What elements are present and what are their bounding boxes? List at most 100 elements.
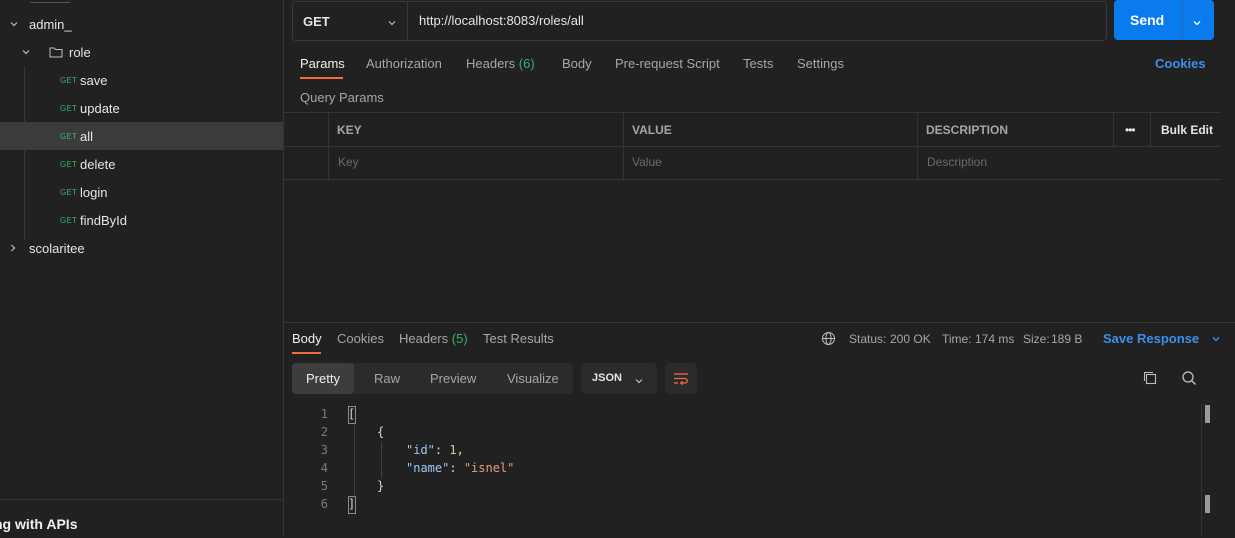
wrap-lines-button[interactable] xyxy=(665,363,697,394)
response-tab-body[interactable]: Body xyxy=(292,331,322,346)
response-tab-headers-label: Headers xyxy=(399,331,449,346)
chevron-down-icon xyxy=(634,374,644,389)
response-tab-cookies[interactable]: Cookies xyxy=(337,331,384,346)
status-value[interactable]: 200 OK xyxy=(890,332,931,346)
value-input[interactable]: Value xyxy=(632,155,662,169)
request-item-login[interactable]: GET login xyxy=(0,178,283,206)
request-item-all[interactable]: GET all xyxy=(0,122,283,150)
active-tab-indicator xyxy=(300,77,343,79)
scrollbar-marker[interactable] xyxy=(1205,405,1210,423)
search-icon[interactable] xyxy=(1181,370,1197,389)
code-line: "id": 1, xyxy=(406,443,464,457)
chevron-down-icon xyxy=(1211,332,1221,347)
tab-pre-request-script[interactable]: Pre-request Script xyxy=(615,56,720,71)
request-name: delete xyxy=(80,156,116,172)
sidebar-clipped-item xyxy=(30,0,70,3)
response-tab-headers-count: (5) xyxy=(451,331,468,346)
request-item-update[interactable]: GET update xyxy=(0,94,283,122)
view-visualize-button[interactable]: Visualize xyxy=(507,363,559,394)
save-response-button[interactable]: Save Response xyxy=(1103,331,1221,347)
tab-tests[interactable]: Tests xyxy=(743,56,773,71)
code-line: ] xyxy=(348,497,356,511)
request-item-findbyid[interactable]: GET findById xyxy=(0,206,283,234)
collection-name: admin_ xyxy=(29,16,72,32)
copy-icon[interactable] xyxy=(1142,370,1158,389)
request-name: login xyxy=(80,184,108,200)
folder-name: role xyxy=(69,44,91,60)
json-string: "isnel" xyxy=(463,461,515,475)
save-response-label: Save Response xyxy=(1103,331,1200,346)
scrollbar-marker[interactable] xyxy=(1205,495,1210,513)
request-name: all xyxy=(80,128,94,144)
tab-params[interactable]: Params xyxy=(300,56,345,71)
column-divider xyxy=(1113,113,1114,146)
line-number: 2 xyxy=(320,425,328,439)
collection-name: scolaritee xyxy=(29,240,85,256)
chevron-down-icon[interactable] xyxy=(21,47,31,57)
response-body-viewer[interactable]: 1 2 3 4 5 6 [ { "id": 1, "name": "isnel"… xyxy=(292,404,1202,522)
request-item-delete[interactable]: GET delete xyxy=(0,150,283,178)
chevron-down-icon xyxy=(387,16,397,31)
table-divider xyxy=(284,146,1221,147)
request-name: findById xyxy=(80,212,127,228)
cookies-link[interactable]: Cookies xyxy=(1155,56,1206,71)
chevron-down-icon[interactable] xyxy=(9,19,19,29)
tab-headers[interactable]: Headers (6) xyxy=(466,56,535,71)
chevron-right-icon[interactable] xyxy=(8,243,18,253)
tab-headers-count: (6) xyxy=(518,56,535,71)
method-select-value: GET xyxy=(303,13,330,29)
line-number: 6 xyxy=(320,497,328,511)
more-options-icon[interactable]: ••• xyxy=(1125,123,1136,137)
column-divider xyxy=(917,113,918,179)
code-line: } xyxy=(377,479,385,493)
collection-scolaritee[interactable]: scolaritee xyxy=(0,234,283,262)
bulk-edit-button[interactable]: Bulk Edit xyxy=(1161,123,1213,137)
query-params-title: Query Params xyxy=(300,90,384,105)
globe-icon[interactable] xyxy=(821,331,836,349)
json-key: "name" xyxy=(406,461,450,475)
response-divider[interactable] xyxy=(284,322,1235,323)
column-divider xyxy=(623,113,624,179)
code-line: { xyxy=(377,425,385,439)
key-input[interactable]: Key xyxy=(338,155,359,169)
column-header-description: DESCRIPTION xyxy=(926,123,1009,137)
tab-settings[interactable]: Settings xyxy=(797,56,844,71)
send-options-chevron-icon[interactable] xyxy=(1192,15,1202,31)
method-badge: GET xyxy=(60,103,78,113)
tab-authorization[interactable]: Authorization xyxy=(366,56,442,71)
view-preview-button[interactable]: Preview xyxy=(430,363,476,394)
sidebar-footer: ng with APIs xyxy=(0,499,283,538)
response-tab-headers[interactable]: Headers (5) xyxy=(399,331,468,346)
request-item-save[interactable]: GET save xyxy=(0,66,283,94)
column-header-value: VALUE xyxy=(632,123,672,137)
size-value[interactable]: 189 B xyxy=(1051,332,1082,346)
sidebar-footer-title: ng with APIs xyxy=(0,516,78,532)
scrollbar-track xyxy=(1201,404,1202,537)
line-number: 4 xyxy=(320,461,328,475)
json-number: 1 xyxy=(449,443,457,457)
method-badge: GET xyxy=(60,159,78,169)
format-select[interactable]: JSON xyxy=(581,363,657,394)
tab-body[interactable]: Body xyxy=(562,56,592,71)
column-divider xyxy=(1150,113,1151,146)
line-number: 5 xyxy=(320,479,328,493)
view-pretty-button[interactable]: Pretty xyxy=(292,363,354,394)
method-badge: GET xyxy=(60,215,78,225)
indent-guide xyxy=(354,424,355,496)
send-button[interactable]: Send xyxy=(1114,0,1214,40)
line-number: 3 xyxy=(320,443,328,457)
column-header-key: KEY xyxy=(337,123,362,137)
method-select[interactable]: GET xyxy=(293,2,408,40)
send-button-label: Send xyxy=(1130,12,1165,28)
collection-admin[interactable]: admin_ xyxy=(0,10,283,38)
active-tab-indicator xyxy=(292,352,321,354)
column-divider xyxy=(328,113,329,179)
request-name: update xyxy=(80,100,120,116)
folder-role[interactable]: role xyxy=(0,38,283,66)
method-badge: GET xyxy=(60,187,78,197)
url-input[interactable]: http://localhost:8083/roles/all xyxy=(419,13,584,28)
response-tab-test-results[interactable]: Test Results xyxy=(483,331,554,346)
description-input[interactable]: Description xyxy=(927,155,987,169)
time-value[interactable]: 174 ms xyxy=(975,332,1014,346)
view-raw-button[interactable]: Raw xyxy=(374,363,400,394)
